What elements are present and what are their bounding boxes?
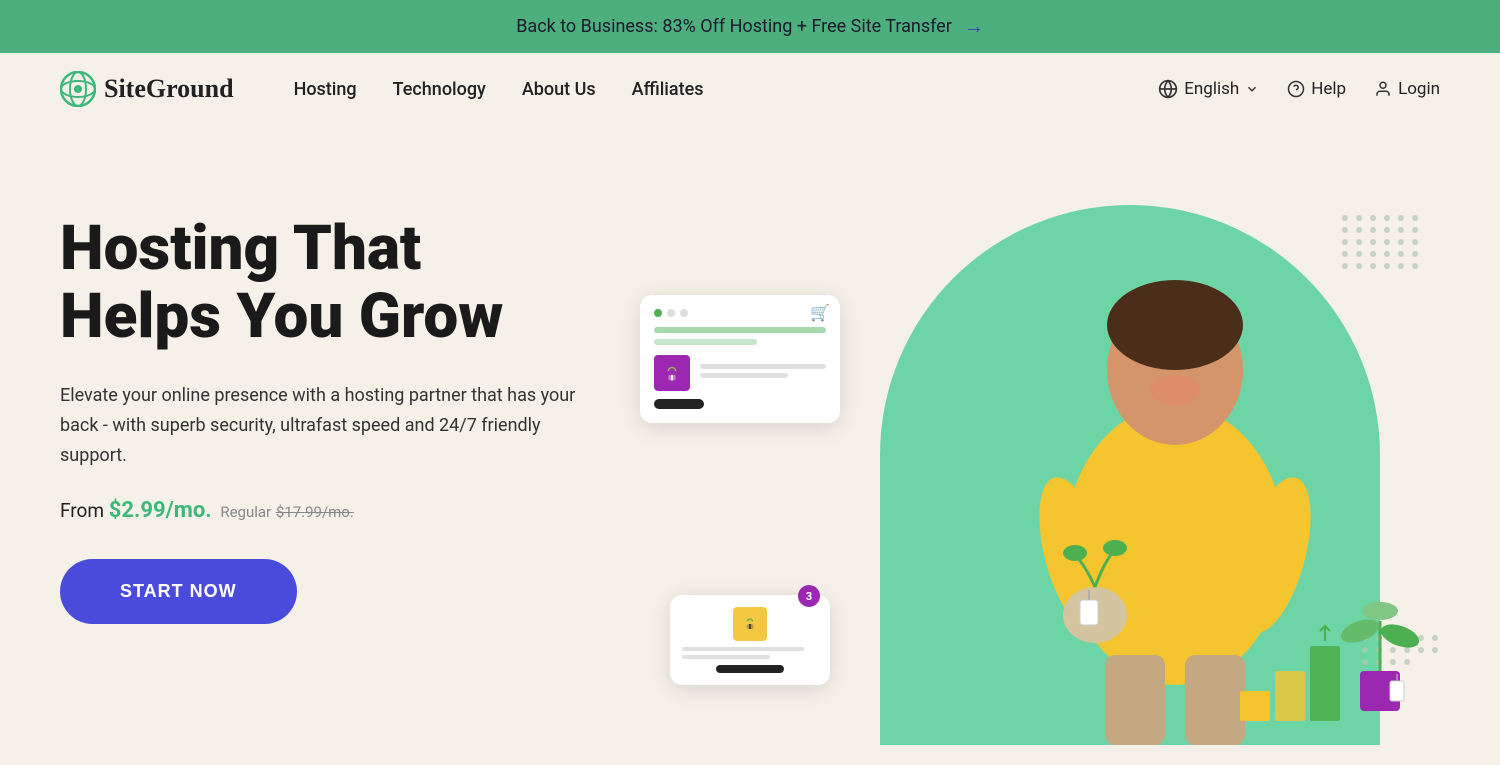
- nav-item-technology[interactable]: Technology: [393, 79, 486, 100]
- language-label: English: [1184, 79, 1239, 99]
- browser-card-2: 3: [670, 595, 830, 685]
- hero-subtitle: Elevate your online presence with a host…: [60, 381, 580, 470]
- browser-card-1: 🛒: [640, 295, 840, 423]
- card-2-pot-icon: [733, 607, 767, 641]
- help-link[interactable]: Help: [1287, 79, 1346, 99]
- card-icon-row: [654, 355, 826, 391]
- price-value: $2.99: [109, 498, 166, 523]
- card-2-line-2: [682, 655, 770, 659]
- price-regular-value: $17.99/mo.: [276, 503, 354, 521]
- nav-item-about-us[interactable]: About Us: [522, 79, 596, 100]
- card-line-2: [654, 339, 757, 345]
- logo-link[interactable]: SiteGround: [60, 71, 234, 107]
- card-text-lines: [700, 364, 826, 382]
- growth-chart-decoration: [1240, 621, 1360, 725]
- plant-2-svg: [740, 614, 760, 634]
- user-icon: [1374, 80, 1392, 98]
- nav-link-hosting[interactable]: Hosting: [294, 79, 357, 100]
- hero-title: Hosting That Helps You Grow: [60, 215, 640, 351]
- navbar: SiteGround Hosting Technology About Us A…: [0, 53, 1500, 125]
- login-label: Login: [1398, 79, 1440, 99]
- card-badge: 3: [798, 585, 820, 607]
- card-2-button-pill: [716, 665, 784, 673]
- siteground-logo-icon: [60, 71, 96, 107]
- dot-green: [654, 309, 662, 317]
- banner-text: Back to Business: 83% Off Hosting + Free…: [516, 16, 952, 37]
- translate-icon: [1158, 79, 1178, 99]
- text-line-2: [700, 373, 788, 378]
- nav-link-technology[interactable]: Technology: [393, 79, 486, 100]
- nav-link-affiliates[interactable]: Affiliates: [632, 79, 704, 100]
- dots-pattern-top: [1342, 215, 1420, 269]
- hero-section: Hosting That Helps You Grow Elevate your…: [0, 125, 1500, 765]
- plant-pot-icon: [654, 355, 690, 391]
- nav-link-about-us[interactable]: About Us: [522, 79, 596, 100]
- card-2-lines: [682, 647, 818, 659]
- hero-price: From $2.99/mo. Regular $17.99/mo.: [60, 498, 640, 523]
- login-button[interactable]: Login: [1374, 79, 1440, 99]
- card-lines: [654, 327, 826, 345]
- text-line-1: [700, 364, 826, 369]
- language-selector[interactable]: English: [1158, 79, 1259, 99]
- logo-text: SiteGround: [104, 74, 234, 104]
- promo-banner[interactable]: Back to Business: 83% Off Hosting + Free…: [0, 0, 1500, 53]
- card-line-1: [654, 327, 826, 333]
- nav-right: English Help Login: [1158, 79, 1440, 99]
- banner-arrow: →: [964, 14, 984, 39]
- hero-illustration: 🛒 3: [640, 185, 1440, 765]
- hero-left: Hosting That Helps You Grow Elevate your…: [60, 185, 640, 624]
- help-icon: [1287, 80, 1305, 98]
- cart-icon: 🛒: [810, 303, 830, 322]
- card-button-pill: [654, 399, 704, 409]
- price-regular-label: Regular: [220, 503, 271, 521]
- plant-svg: [661, 362, 683, 384]
- nav-item-hosting[interactable]: Hosting: [294, 79, 357, 100]
- dot-2: [680, 309, 688, 317]
- nav-links: Hosting Technology About Us Affiliates: [294, 79, 704, 100]
- growth-chart-svg: [1240, 621, 1360, 721]
- card-2-line-1: [682, 647, 804, 651]
- start-now-button[interactable]: START NOW: [60, 559, 297, 624]
- dot-1: [667, 309, 675, 317]
- card-browser-dots: [654, 309, 826, 317]
- price-per: /mo.: [166, 498, 212, 523]
- help-label: Help: [1311, 79, 1346, 99]
- chevron-down-icon: [1245, 82, 1259, 96]
- nav-item-affiliates[interactable]: Affiliates: [632, 79, 704, 100]
